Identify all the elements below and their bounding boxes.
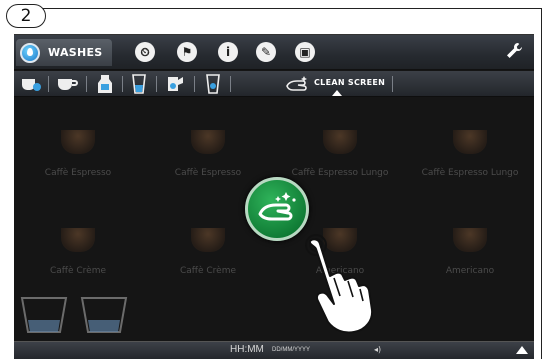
coffee-cup-icon [191, 130, 225, 154]
wrench-icon[interactable] [504, 41, 524, 66]
toolbar-separator [156, 76, 157, 92]
product-label: Caffè Espresso [44, 168, 112, 178]
product-tile: Caffè Espresso [14, 130, 142, 210]
speaker-icon[interactable]: ◂) [374, 345, 381, 354]
coffee-cup-icon [453, 228, 487, 252]
wash-toolbar: CLEAN SCREEN [14, 71, 534, 97]
product-label: Caffè Espresso Lungo [421, 168, 519, 178]
toolbar-separator [48, 76, 49, 92]
clock-time: HH:MM [230, 344, 264, 355]
coffee-cup-icon [61, 228, 95, 252]
water-drop-icon [20, 42, 40, 63]
toolbar-separator [122, 76, 123, 92]
coffee-machine-icon[interactable]: ▣ [295, 42, 315, 62]
glass-icon[interactable] [128, 74, 150, 94]
step-number-badge: 2 [6, 4, 46, 28]
up-arrow-icon[interactable] [516, 346, 528, 354]
info-icon[interactable]: i [218, 42, 238, 62]
product-label: Caffè Crème [49, 266, 107, 276]
selected-caret [332, 90, 342, 96]
tab-washes-label: WASHES [48, 46, 103, 59]
jug-pour-icon[interactable] [164, 74, 186, 94]
toolbar-separator [392, 76, 393, 92]
product-tile: Caffè Espresso Lungo [406, 130, 534, 210]
coffee-cup-icon [323, 130, 357, 154]
step-number: 2 [20, 6, 32, 26]
clock-date: DD/MM/YYYY [272, 347, 311, 353]
glass-jugs-icon [20, 297, 128, 333]
pointing-hand-icon [305, 234, 374, 334]
toolbar-separator [230, 76, 231, 92]
product-tile: Americano [406, 228, 534, 308]
milk-carton-icon[interactable] [94, 74, 116, 94]
cup-rinse-icon[interactable] [20, 74, 42, 94]
product-label: Caffè Espresso [174, 168, 242, 178]
coffee-cup-icon [453, 130, 487, 154]
frame-right-line [541, 8, 542, 359]
toolbar-separator [194, 76, 195, 92]
clock-icon[interactable]: ⏲ [135, 42, 155, 62]
product-label: Caffè Espresso Lungo [291, 168, 389, 178]
hand-wipe-icon [258, 192, 296, 221]
product-label: Americano [445, 266, 495, 276]
machine-screen: WASHES ⏲ ⚑ i ✎ ▣ CLEAN SCREEN Caffè Espr… [14, 34, 534, 359]
cup-icon[interactable] [56, 74, 78, 94]
status-bar: HH:MM DD/MM/YYYY ◂) [14, 341, 534, 359]
product-label: Caffè Crème [179, 266, 237, 276]
glass-drop-icon[interactable] [202, 74, 224, 94]
flag-icon[interactable]: ⚑ [177, 42, 197, 62]
clean-screen-label[interactable]: CLEAN SCREEN [314, 78, 385, 87]
header-tab-bar: WASHES ⏲ ⚑ i ✎ ▣ [14, 35, 534, 70]
hand-wipe-icon[interactable] [284, 74, 310, 94]
frame-top-line [38, 8, 542, 9]
toolbar-separator [86, 76, 87, 92]
product-tile: Caffè Crème [144, 228, 272, 308]
coffee-cup-icon [61, 130, 95, 154]
tab-washes[interactable]: WASHES [16, 39, 112, 66]
coffee-cup-icon [191, 228, 225, 252]
pencil-icon[interactable]: ✎ [256, 42, 276, 62]
